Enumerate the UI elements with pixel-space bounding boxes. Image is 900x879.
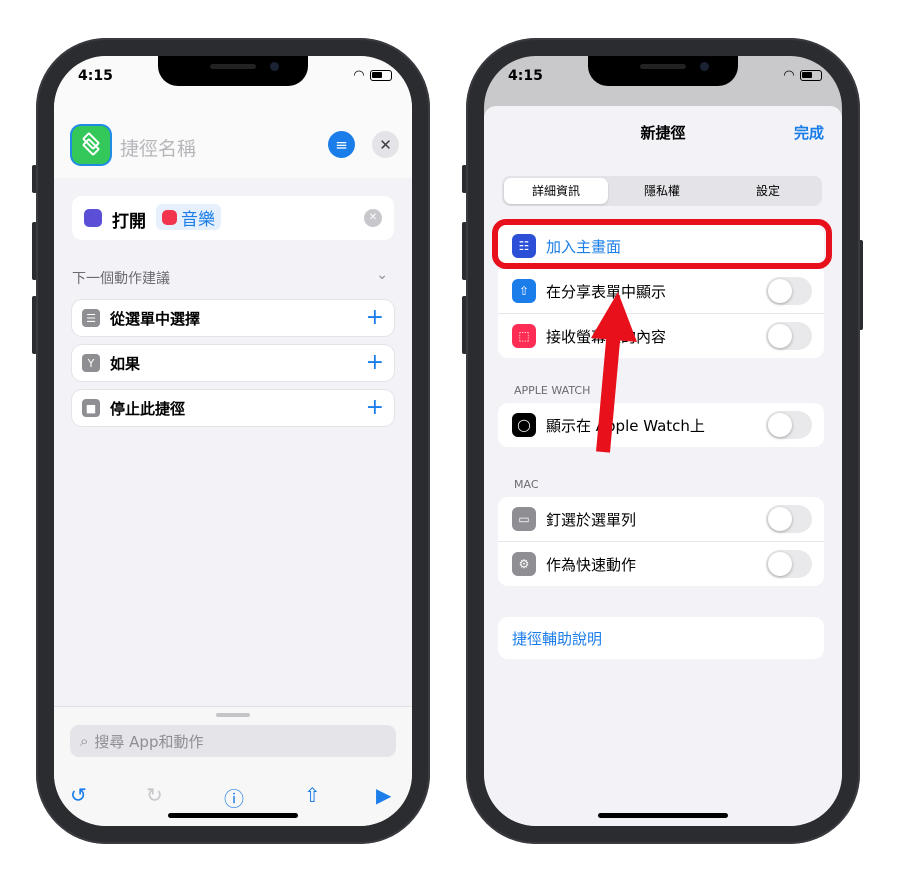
wifi-icon: ◠	[354, 68, 364, 83]
shortcut-name-field[interactable]: 捷徑名稱	[120, 134, 196, 161]
screen-content-toggle[interactable]	[766, 322, 812, 350]
search-input[interactable]: ⌕ 搜尋 App和動作	[70, 725, 396, 757]
share-icon: ⇧	[512, 279, 536, 303]
share-icon[interactable]: ⇧	[304, 783, 321, 807]
show-in-share-sheet-row: ⇧ 在分享表單中顯示	[498, 269, 824, 314]
quick-action-toggle[interactable]	[766, 550, 812, 578]
suggestion-if[interactable]: Y 如果 +	[72, 345, 394, 381]
stop-icon: ■	[82, 399, 100, 417]
home-indicator	[168, 813, 298, 818]
row-label: 接收螢幕上的內容	[546, 327, 667, 346]
wifi-icon: ◠	[784, 68, 794, 83]
editor-toolbar: ↺ ↻ ⓘ ⇧ ▶	[54, 783, 412, 813]
right-phone: 4:15 ◠ 新捷徑 完成 詳細資訊 隱私權 設定 ☷ 加入主畫面 ⇧ 在分享表…	[466, 38, 860, 844]
battery-icon	[370, 70, 392, 81]
help-group: 捷徑輔助說明	[498, 617, 824, 659]
music-app-token[interactable]: 音樂	[156, 204, 221, 230]
branch-icon: Y	[82, 354, 100, 372]
left-phone: 4:15 ◠ 捷徑名稱 ≡ ✕ 打開 音樂 ✕ 下一個動作建議 ⌄ ☰ 從選單中…	[36, 38, 430, 844]
suggestion-stop-shortcut[interactable]: ■ 停止此捷徑 +	[72, 390, 394, 426]
watch-icon: ◯	[512, 413, 536, 437]
menu-bar-toggle[interactable]	[766, 505, 812, 533]
mac-group: ▭ 釘選於選單列 ⚙ 作為快速動作	[498, 497, 824, 586]
pin-in-menu-bar-row: ▭ 釘選於選單列	[498, 497, 824, 542]
menu-icon: ☰	[82, 309, 100, 327]
section-apple-watch: APPLE WATCH	[514, 384, 591, 397]
row-label: 作為快速動作	[546, 555, 637, 574]
receive-screen-content-row: ⬚ 接收螢幕上的內容	[498, 314, 824, 358]
music-icon	[162, 209, 177, 225]
segmented-control: 詳細資訊 隱私權 設定	[502, 176, 822, 206]
watch-group: ◯ 顯示在 Apple Watch上	[498, 403, 824, 447]
notch	[158, 56, 308, 86]
info-icon[interactable]: ⓘ	[224, 783, 244, 812]
notch	[588, 56, 738, 86]
status-icons: ◠	[354, 68, 392, 83]
section-mac: MAC	[514, 478, 539, 491]
screen-capture-icon: ⬚	[512, 324, 536, 348]
left-screen: 4:15 ◠ 捷徑名稱 ≡ ✕ 打開 音樂 ✕ 下一個動作建議 ⌄ ☰ 從選單中…	[54, 56, 412, 826]
settings-sliders-button[interactable]: ≡	[328, 131, 355, 158]
done-button[interactable]: 完成	[794, 122, 824, 143]
shortcut-app-icon[interactable]	[72, 126, 110, 164]
close-icon: ✕	[379, 135, 392, 154]
status-time: 4:15	[508, 68, 543, 84]
battery-icon	[800, 70, 822, 81]
row-label: 在分享表單中顯示	[546, 282, 667, 301]
add-icon[interactable]: +	[366, 307, 384, 329]
sliders-icon: ≡	[335, 135, 348, 154]
redo-icon[interactable]: ↻	[146, 783, 163, 807]
right-screen: 4:15 ◠ 新捷徑 完成 詳細資訊 隱私權 設定 ☷ 加入主畫面 ⇧ 在分享表…	[484, 56, 842, 826]
search-icon: ⌕	[80, 732, 89, 750]
help-link[interactable]: 捷徑輔助說明	[512, 628, 602, 649]
suggestions-header: 下一個動作建議	[72, 271, 170, 287]
suggestion-label: 停止此捷徑	[110, 399, 186, 418]
quick-action-row: ⚙ 作為快速動作	[498, 542, 824, 586]
row-label: 釘選於選單列	[546, 510, 637, 529]
menu-bar-icon: ▭	[512, 507, 536, 531]
add-icon[interactable]: +	[366, 352, 384, 374]
action-verb: 打開	[112, 212, 146, 232]
open-app-icon	[84, 209, 102, 227]
tab-privacy[interactable]: 隱私權	[610, 178, 714, 204]
undo-icon[interactable]: ↺	[70, 783, 87, 807]
open-app-action[interactable]: 打開 音樂 ✕	[72, 196, 394, 240]
highlight-box	[492, 219, 832, 269]
tab-details[interactable]: 詳細資訊	[504, 178, 608, 204]
status-icons: ◠	[784, 68, 822, 83]
show-on-watch-row: ◯ 顯示在 Apple Watch上	[498, 403, 824, 447]
status-time: 4:15	[78, 68, 113, 84]
suggestion-label: 如果	[110, 354, 141, 373]
details-sheet: 新捷徑 完成 詳細資訊 隱私權 設定 ☷ 加入主畫面 ⇧ 在分享表單中顯示 ⬚	[484, 106, 842, 826]
gear-icon: ⚙	[512, 552, 536, 576]
suggestion-choose-from-menu[interactable]: ☰ 從選單中選擇 +	[72, 300, 394, 336]
play-icon[interactable]: ▶	[376, 783, 391, 807]
search-placeholder: 搜尋 App和動作	[94, 732, 204, 751]
watch-toggle[interactable]	[766, 411, 812, 439]
row-label: 顯示在 Apple Watch上	[546, 416, 705, 435]
chevron-down-icon[interactable]: ⌄	[376, 267, 388, 283]
home-indicator	[598, 813, 728, 818]
sheet-title: 新捷徑	[640, 124, 686, 142]
close-button[interactable]: ✕	[372, 131, 399, 158]
suggestion-label: 從選單中選擇	[110, 309, 201, 328]
clear-icon[interactable]: ✕	[364, 209, 382, 227]
sheet-grabber[interactable]	[216, 713, 250, 717]
music-app-label: 音樂	[181, 209, 215, 230]
share-sheet-toggle[interactable]	[766, 277, 812, 305]
tab-setup[interactable]: 設定	[716, 178, 820, 204]
action-panel: ⌕ 搜尋 App和動作 ↺ ↻ ⓘ ⇧ ▶	[54, 706, 412, 826]
add-icon[interactable]: +	[366, 397, 384, 419]
